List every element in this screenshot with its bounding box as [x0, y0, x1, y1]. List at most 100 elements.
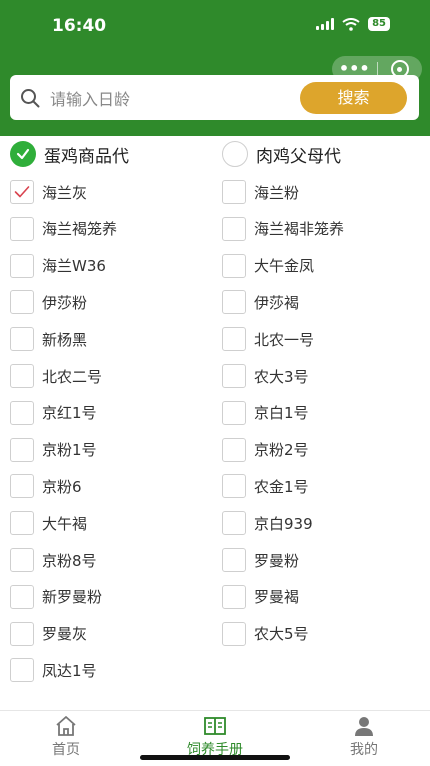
book-icon: [204, 717, 226, 735]
checkbox[interactable]: [222, 584, 246, 609]
checkbox[interactable]: [222, 327, 246, 352]
checkbox-checked[interactable]: [10, 180, 34, 204]
breed-label: 京红1号: [42, 404, 97, 423]
breed-option[interactable]: 海兰灰: [10, 180, 87, 204]
category-label: 蛋鸡商品代: [44, 146, 129, 167]
checkbox[interactable]: [222, 548, 246, 572]
breed-option[interactable]: 京粉6: [10, 474, 82, 499]
checkbox[interactable]: [222, 290, 246, 315]
checkbox[interactable]: [10, 364, 34, 388]
breed-option[interactable]: 海兰粉: [222, 180, 299, 204]
category-label: 肉鸡父母代: [256, 146, 341, 167]
checkbox[interactable]: [10, 658, 34, 683]
home-icon: [56, 716, 76, 736]
breed-option[interactable]: 罗曼褐: [222, 584, 300, 609]
checkbox[interactable]: [10, 437, 34, 462]
checkbox[interactable]: [10, 548, 34, 572]
breed-option[interactable]: 北农二号: [10, 364, 102, 388]
category-option-broiler-parent[interactable]: 肉鸡父母代: [222, 141, 341, 167]
breed-label: 伊莎褐: [254, 293, 300, 312]
checkbox[interactable]: [222, 364, 246, 388]
breed-option[interactable]: 凤达1号: [10, 658, 97, 683]
breed-option[interactable]: 海兰褐笼养: [10, 216, 117, 241]
checkbox[interactable]: [10, 400, 34, 425]
radio-selected-icon: [10, 141, 36, 167]
breed-label: 新罗曼粉: [42, 588, 103, 607]
checkbox[interactable]: [222, 253, 246, 278]
tab-home-label: 首页: [52, 742, 80, 758]
tab-manual[interactable]: 饲养手册: [165, 715, 265, 759]
tab-mine-label: 我的: [350, 742, 378, 758]
breed-label: 京白1号: [254, 404, 309, 423]
checkbox[interactable]: [10, 511, 34, 536]
breed-option[interactable]: 京红1号: [10, 400, 97, 425]
tab-home[interactable]: 首页: [16, 715, 116, 759]
breed-label: 罗曼褐: [254, 588, 300, 607]
checkbox[interactable]: [10, 216, 34, 241]
status-time: 16:40: [52, 16, 107, 36]
checkbox[interactable]: [222, 511, 246, 536]
breed-option[interactable]: 北农一号: [222, 327, 315, 352]
breed-label: 京白939: [254, 514, 313, 533]
checkbox[interactable]: [10, 290, 34, 315]
checkbox[interactable]: [10, 621, 34, 646]
breed-option[interactable]: 农大5号: [222, 621, 309, 646]
breed-option[interactable]: 新杨黑: [10, 327, 88, 352]
category-selector: 蛋鸡商品代 肉鸡父母代: [0, 141, 430, 169]
breed-label: 北农一号: [254, 330, 315, 349]
breed-label: 京粉1号: [42, 441, 97, 460]
breed-label: 海兰灰: [42, 183, 88, 202]
search-input[interactable]: [48, 84, 302, 114]
breed-label: 农大5号: [254, 625, 309, 644]
search-icon: [21, 89, 40, 108]
checkbox[interactable]: [222, 474, 246, 499]
breed-option[interactable]: 京粉8号: [10, 548, 97, 572]
breed-option[interactable]: 农金1号: [222, 474, 309, 499]
signal-icon: [316, 18, 335, 30]
search-bar: 搜索: [10, 75, 419, 120]
checkmark-icon: [14, 186, 30, 198]
breed-option[interactable]: 大午金凤: [222, 253, 314, 278]
breed-option[interactable]: 农大3号: [222, 364, 309, 388]
status-icons: 85: [316, 17, 390, 31]
battery-indicator: 85: [368, 17, 390, 31]
breed-label: 京粉2号: [254, 441, 309, 460]
breed-label: 罗曼灰: [42, 625, 88, 644]
breed-option[interactable]: 伊莎粉: [10, 290, 87, 315]
breed-label: 罗曼粉: [254, 551, 300, 570]
checkbox[interactable]: [222, 400, 246, 425]
checkbox[interactable]: [222, 621, 246, 646]
breed-option[interactable]: 罗曼灰: [10, 621, 88, 646]
breed-label: 海兰粉: [254, 183, 300, 202]
breed-option[interactable]: 大午褐: [10, 511, 88, 536]
home-indicator: [140, 755, 290, 760]
breed-label: 大午褐: [42, 514, 88, 533]
search-button[interactable]: 搜索: [300, 82, 407, 114]
breed-option[interactable]: 京粉2号: [222, 437, 309, 462]
breed-option[interactable]: 伊莎褐: [222, 290, 300, 315]
checkbox[interactable]: [222, 180, 246, 204]
checkbox[interactable]: [10, 327, 34, 352]
checkbox[interactable]: [10, 584, 34, 609]
checkbox[interactable]: [10, 253, 34, 278]
breed-option[interactable]: 京白1号: [222, 400, 309, 425]
breed-option[interactable]: 京白939: [222, 511, 313, 536]
checkbox[interactable]: [10, 474, 34, 499]
breed-option[interactable]: 新罗曼粉: [10, 584, 103, 609]
breed-option[interactable]: 京粉1号: [10, 437, 97, 462]
checkbox[interactable]: [222, 216, 246, 241]
user-icon: [355, 717, 373, 736]
breed-label: 海兰W36: [42, 257, 106, 276]
breed-label: 凤达1号: [42, 661, 97, 680]
breed-label: 农金1号: [254, 477, 309, 496]
breed-option[interactable]: 海兰褐非笼养: [222, 216, 345, 241]
breed-label: 农大3号: [254, 367, 309, 386]
breed-label: 新杨黑: [42, 330, 88, 349]
breed-label: 海兰褐非笼养: [254, 220, 345, 239]
breed-label: 北农二号: [42, 367, 103, 386]
breed-option[interactable]: 海兰W36: [10, 253, 106, 278]
category-option-layer-commercial[interactable]: 蛋鸡商品代: [10, 141, 129, 167]
breed-option[interactable]: 罗曼粉: [222, 548, 299, 572]
tab-mine[interactable]: 我的: [314, 715, 414, 759]
checkbox[interactable]: [222, 437, 246, 462]
